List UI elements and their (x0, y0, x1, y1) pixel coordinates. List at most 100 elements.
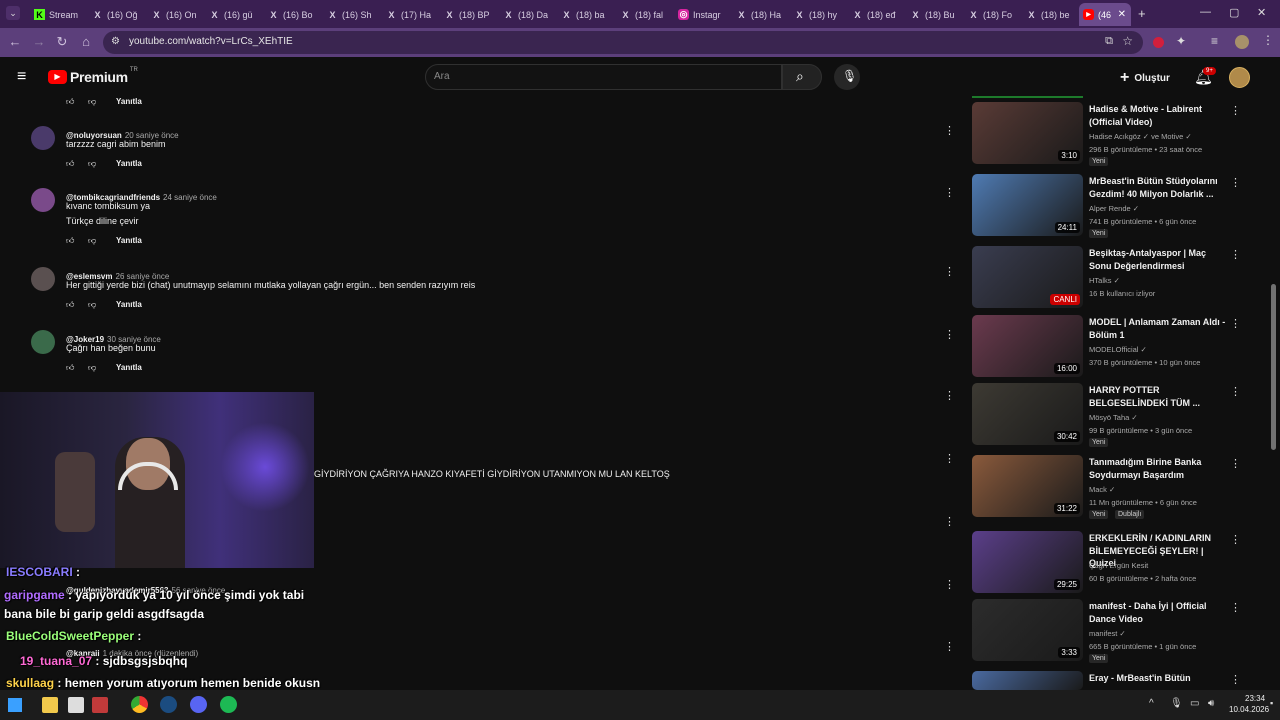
comment-time[interactable]: 24 saniye önce (163, 193, 217, 202)
commenter-avatar[interactable] (31, 188, 55, 212)
video-channel[interactable]: Mack ✓ (1089, 485, 1115, 494)
video-channel[interactable]: manifest ✓ (1089, 629, 1126, 638)
bookmark-star-icon[interactable]: ☆ (1122, 34, 1133, 48)
youtube-logo[interactable]: ▶ Premium TR (48, 67, 138, 85)
reply-button[interactable]: Yanıtla (116, 97, 142, 106)
commenter-avatar[interactable] (31, 330, 55, 354)
browser-menu-icon[interactable]: ⋮ (1262, 33, 1274, 47)
browser-tab[interactable]: K Stream (30, 3, 87, 26)
dislike-icon[interactable]: 👎︎ (88, 236, 96, 246)
video-thumbnail[interactable]: 3:33 (972, 599, 1083, 661)
browser-tab[interactable]: X (18) be (1022, 3, 1079, 26)
video-thumbnail[interactable]: 24:11 (972, 174, 1083, 236)
video-menu-icon[interactable]: ⋮ (1230, 317, 1241, 330)
notification-center-icon[interactable]: ▪ (1270, 698, 1273, 708)
extensions-puzzle-icon[interactable]: ✦ (1176, 34, 1186, 48)
video-title[interactable]: Eray - MrBeast'in Bütün (1089, 672, 1229, 684)
page-scrollbar[interactable] (1271, 284, 1276, 450)
maximize-icon[interactable]: ▢ (1229, 6, 1239, 19)
video-channel[interactable]: Alper Rende ✓ (1089, 204, 1139, 213)
close-window-icon[interactable]: ✕ (1257, 6, 1266, 19)
video-menu-icon[interactable]: ⋮ (1230, 104, 1241, 117)
video-channel[interactable]: Çağrı Ergün Kesit (1089, 561, 1148, 570)
browser-tab[interactable]: X (18) BP (440, 3, 497, 26)
start-icon[interactable] (8, 698, 22, 712)
account-avatar[interactable] (1229, 67, 1250, 88)
commenter-avatar[interactable] (31, 126, 55, 150)
browser-tab[interactable]: X (16) Bo (264, 3, 321, 26)
dislike-icon[interactable]: 👎︎ (88, 300, 96, 310)
video-thumbnail[interactable]: 30:42 (972, 383, 1083, 445)
comment-menu-icon[interactable]: ⋮ (944, 328, 955, 342)
browser-tab[interactable]: X (18) Fo (964, 3, 1021, 26)
dislike-icon[interactable]: 👎︎ (88, 159, 96, 169)
reply-button[interactable]: Yanıtla (116, 159, 142, 168)
home-icon[interactable]: ⌂ (77, 33, 95, 51)
video-thumbnail[interactable]: 3:10 (972, 102, 1083, 164)
like-icon[interactable]: 👍︎ (66, 97, 74, 107)
video-channel[interactable]: Hadise Acıkgöz ✓ ve Motive ✓ (1089, 132, 1192, 141)
browser-tab[interactable]: X (16) Sh (323, 3, 380, 26)
like-icon[interactable]: 👍︎ (66, 300, 74, 310)
browser-tab[interactable]: X (16) Oğ (88, 3, 145, 26)
comment-menu-icon[interactable]: ⋮ (944, 124, 955, 138)
video-channel[interactable]: MODELOfficial ✓ (1089, 345, 1147, 354)
video-thumbnail[interactable]: 31:22 (972, 455, 1083, 517)
kebab-icon[interactable]: ⋮ (944, 452, 955, 465)
kebab-icon[interactable]: ⋮ (944, 515, 955, 528)
reply-button[interactable]: Yanıtla (116, 300, 142, 309)
browser-tab[interactable]: X (18) fal (616, 3, 673, 26)
video-channel[interactable]: HTalks ✓ (1089, 276, 1120, 285)
browser-tab[interactable]: X (18) hy (790, 3, 847, 26)
reply-button[interactable]: Yanıtla (116, 363, 142, 372)
new-tab-icon[interactable]: + (1138, 6, 1146, 21)
tab-close-icon[interactable]: ✕ (1118, 9, 1126, 20)
hamburger-menu-icon[interactable]: ≡ (17, 68, 26, 86)
dislike-icon[interactable]: 👎︎ (88, 97, 96, 107)
video-title[interactable]: HARRY POTTER BELGESELİNDEKİ TÜM ... (1089, 384, 1229, 409)
video-thumbnail[interactable]: 16:00 (972, 315, 1083, 377)
tab-active[interactable]: ▶ (46 ✕ (1079, 3, 1131, 26)
commenter-avatar[interactable] (31, 267, 55, 291)
kebab-icon[interactable]: ⋮ (944, 389, 955, 402)
discord-icon[interactable] (190, 696, 207, 713)
browser-tab[interactable]: ◎ Instagr (674, 3, 731, 26)
browser-tab[interactable]: X (18) eđ (848, 3, 905, 26)
video-title[interactable]: Hadise & Motive - Labirent (Official Vid… (1089, 103, 1229, 128)
video-title[interactable]: MODEL | Anlamam Zaman Aldı - Bölüm 1 (1089, 316, 1229, 341)
video-menu-icon[interactable]: ⋮ (1230, 457, 1241, 470)
comment-menu-icon[interactable]: ⋮ (944, 265, 955, 279)
profile-avatar-icon[interactable] (1235, 35, 1249, 49)
video-thumbnail[interactable] (972, 671, 1083, 690)
video-menu-icon[interactable]: ⋮ (1230, 601, 1241, 614)
dislike-icon[interactable]: 👎︎ (88, 363, 96, 373)
taskbar-app-icon[interactable] (42, 697, 58, 713)
comment-menu-icon[interactable]: ⋮ (944, 186, 955, 200)
tray-volume-icon[interactable]: 🔊︎ (1208, 698, 1214, 709)
video-title[interactable]: Tanımadığım Birine Banka Soydurmayı Başa… (1089, 456, 1229, 481)
search-input[interactable] (425, 64, 782, 90)
create-button[interactable]: + Oluştur (1120, 69, 1170, 87)
voice-search-button[interactable]: 🎙 (834, 64, 860, 90)
video-thumbnail[interactable]: CANLI (972, 246, 1083, 308)
tray-chevron-icon[interactable]: ^ (1149, 698, 1154, 709)
tray-mic-icon[interactable]: 🎙 (1170, 698, 1183, 709)
video-channel[interactable]: Mösyö Taha ✓ (1089, 413, 1138, 422)
like-icon[interactable]: 👍︎ (66, 236, 74, 246)
taskbar-app-icon[interactable] (92, 697, 108, 713)
reply-button[interactable]: Yanıtla (116, 236, 142, 245)
forward-icon[interactable]: → (30, 33, 48, 51)
browser-tab[interactable]: X (18) Da (499, 3, 556, 26)
taskbar-app-icon[interactable] (68, 697, 84, 713)
browser-tab[interactable]: X (16) gü (205, 3, 262, 26)
video-menu-icon[interactable]: ⋮ (1230, 248, 1241, 261)
tab-search-icon[interactable]: ⌄ (6, 6, 20, 20)
video-title[interactable]: manifest - Daha İyi | Official Dance Vid… (1089, 600, 1229, 625)
browser-tab[interactable]: X (18) Ha (732, 3, 789, 26)
media-control-icon[interactable]: ≡ (1211, 34, 1218, 48)
video-menu-icon[interactable]: ⋮ (1230, 385, 1241, 398)
video-menu-icon[interactable]: ⋮ (1230, 176, 1241, 189)
address-bar[interactable]: ⚙ youtube.com/watch?v=LrCs_XEhTIE ⧉ ☆ (103, 31, 1143, 54)
browser-tab[interactable]: X (18) Bu (906, 3, 963, 26)
steam-icon[interactable] (160, 696, 177, 713)
